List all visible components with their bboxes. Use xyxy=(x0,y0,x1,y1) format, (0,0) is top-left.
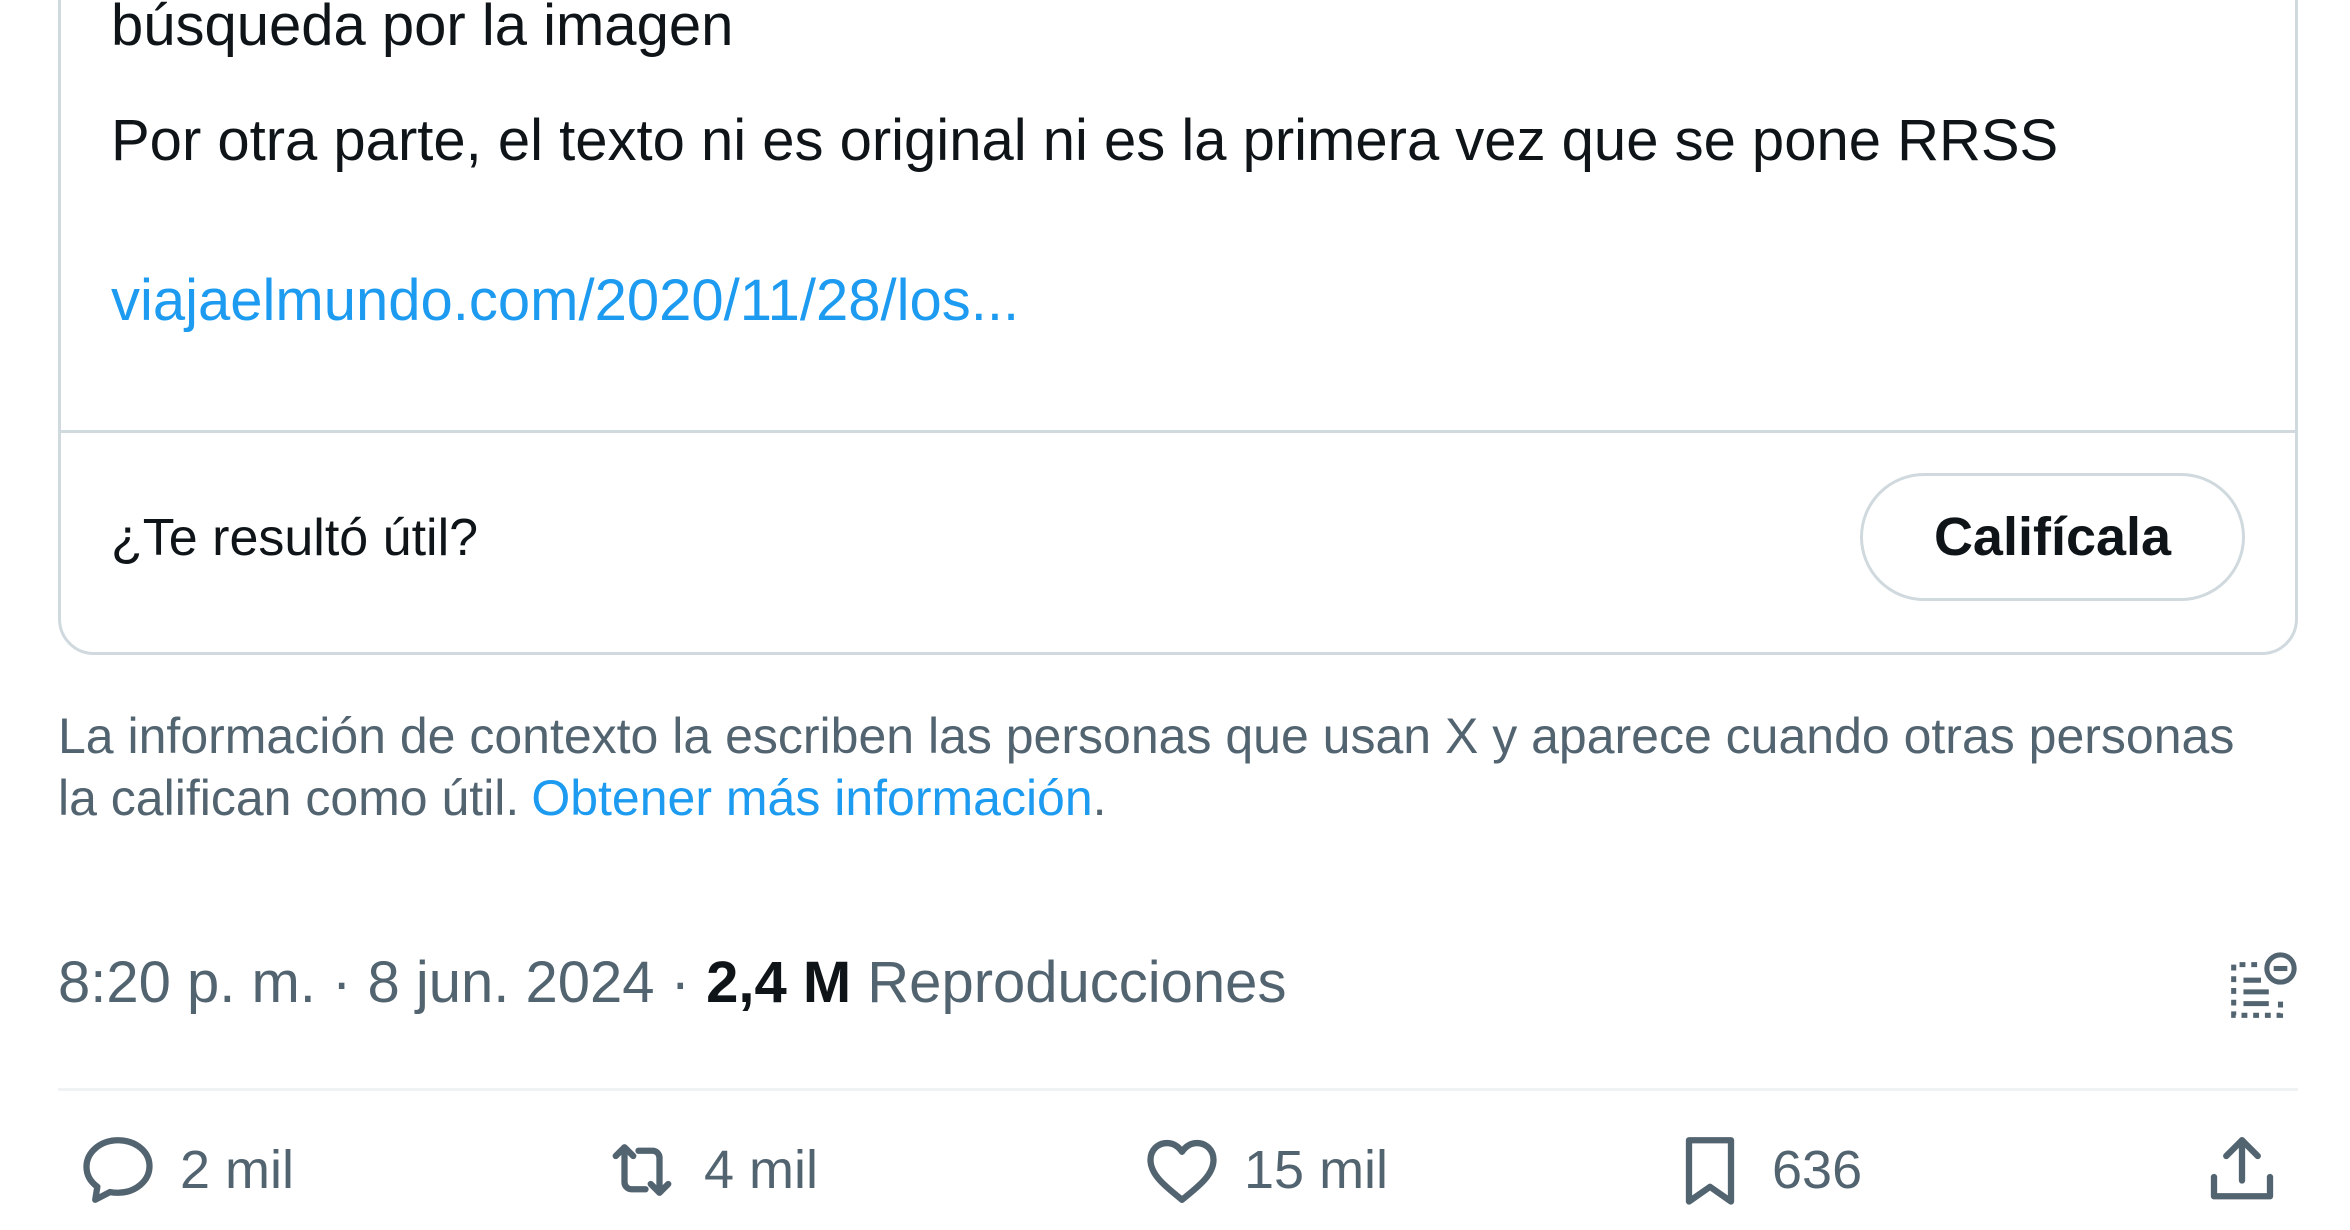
learn-more-link[interactable]: Obtener más información xyxy=(531,770,1092,826)
repost-icon xyxy=(612,1144,672,1196)
share-button[interactable] xyxy=(2200,1130,2284,1210)
note-rating-row: ¿Te resultó útil? Califícala xyxy=(61,433,2295,652)
note-text-line: búsqueda por la imagen xyxy=(111,0,734,58)
context-period: . xyxy=(1092,770,1107,826)
post-time[interactable]: 8:20 p. m. xyxy=(58,950,316,1015)
context-disclaimer-text: La información de contexto la escriben l… xyxy=(58,708,2235,826)
rate-button[interactable]: Califícala xyxy=(1860,473,2245,601)
meta-separator: · xyxy=(332,950,352,1015)
analytics-icon[interactable] xyxy=(2222,948,2300,1028)
views-count: 2,4 M xyxy=(706,950,852,1015)
like-button[interactable]: 15 mil xyxy=(1140,1130,1388,1210)
like-count: 15 mil xyxy=(1244,1140,1389,1200)
context-disclaimer: La información de contexto la escriben l… xyxy=(58,705,2258,829)
bookmark-button[interactable]: 636 xyxy=(1668,1130,1862,1210)
bookmark-icon xyxy=(1685,1137,1735,1205)
reply-button[interactable]: 2 mil xyxy=(76,1130,294,1210)
heart-icon xyxy=(1147,1139,1217,1203)
note-text-line: Por otra parte, el texto ni es original … xyxy=(111,108,2059,173)
repost-button[interactable]: 4 mil xyxy=(600,1130,818,1210)
meta-separator: · xyxy=(670,950,690,1015)
community-note-card: búsqueda por la imagen Por otra parte, e… xyxy=(58,0,2298,655)
metadata-divider xyxy=(58,1088,2298,1091)
repost-count: 4 mil xyxy=(704,1140,819,1200)
reply-count: 2 mil xyxy=(180,1140,295,1200)
reply-icon xyxy=(83,1137,153,1203)
rating-question: ¿Te resultó útil? xyxy=(111,509,479,567)
post-date[interactable]: 8 jun. 2024 xyxy=(368,950,655,1015)
post-metadata: 8:20 p. m. · 8 jun. 2024 · 2,4 M Reprodu… xyxy=(58,948,1286,1018)
share-icon xyxy=(2210,1137,2274,1200)
bookmark-count: 636 xyxy=(1772,1140,1863,1200)
views-label: Reproducciones xyxy=(867,950,1287,1015)
note-source-link[interactable]: viajaelmundo.com/2020/11/28/los... xyxy=(111,266,1019,336)
post-action-bar: 2 mil 4 mil 15 mil 636 xyxy=(0,1130,2350,1230)
